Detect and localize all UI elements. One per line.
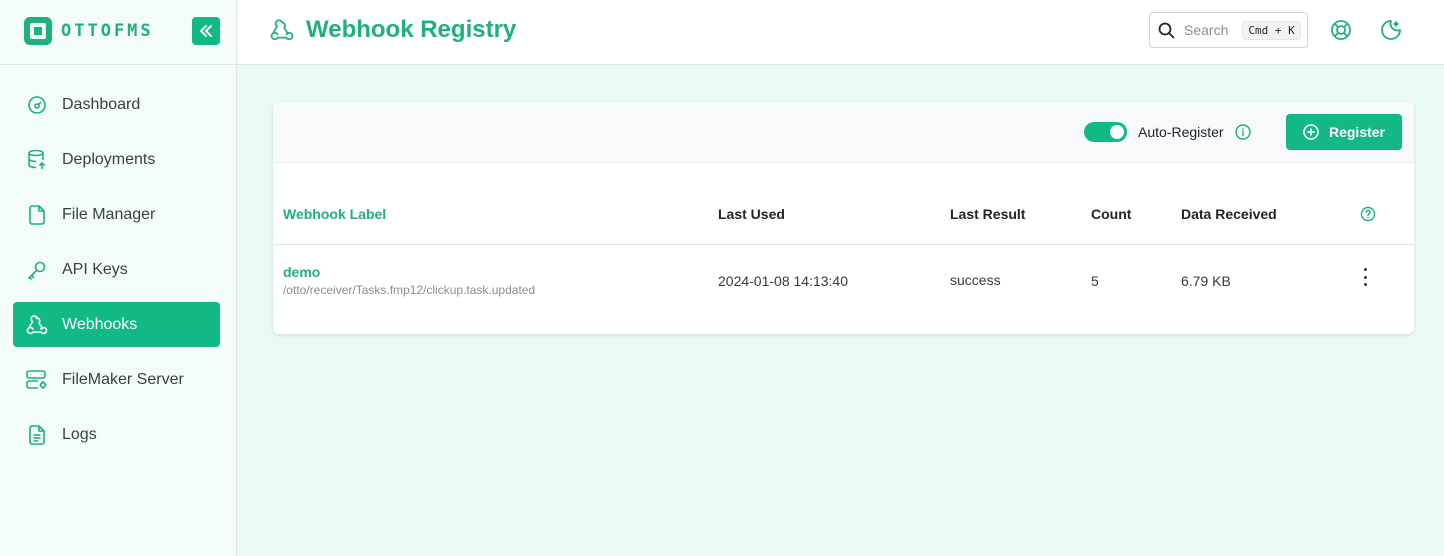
- column-header-last-result[interactable]: Last Result: [950, 206, 1025, 222]
- dashboard-gauge-icon: [26, 94, 48, 116]
- auto-register-label: Auto-Register: [1138, 124, 1224, 140]
- webhook-icon: [26, 314, 48, 336]
- sidebar-item-label: Dashboard: [62, 95, 141, 113]
- search-placeholder: Search: [1184, 22, 1229, 38]
- circle-plus-icon: [1303, 124, 1319, 140]
- last-used-cell: 2024-01-08 14:13:40: [718, 273, 848, 289]
- auto-register-toggle[interactable]: [1084, 122, 1127, 142]
- sidebar-item-dashboard[interactable]: Dashboard: [13, 82, 220, 127]
- search-input[interactable]: Search Cmd + K: [1149, 12, 1308, 48]
- question-circle-icon[interactable]: [1360, 206, 1376, 222]
- webhook-path: /otto/receiver/Tasks.fmp12/clickup.task.…: [283, 283, 536, 297]
- sidebar-item-label: Webhooks: [62, 315, 138, 333]
- key-icon: [26, 259, 48, 281]
- database-upload-icon: [26, 149, 48, 171]
- sidebar-item-label: API Keys: [62, 260, 128, 278]
- column-header-count[interactable]: Count: [1091, 206, 1131, 222]
- sidebar-item-label: File Manager: [62, 205, 156, 223]
- chevrons-left-icon: [200, 25, 212, 37]
- column-header-webhook-label[interactable]: Webhook Label: [283, 206, 386, 222]
- sidebar-item-deployments[interactable]: Deployments: [13, 137, 220, 182]
- sidebar-item-label: Deployments: [62, 150, 156, 168]
- logo[interactable]: OTTOFMS: [23, 16, 154, 46]
- last-result-cell: success: [950, 272, 1001, 288]
- sidebar-item-api-keys[interactable]: API Keys: [13, 247, 220, 292]
- page-title: Webhook Registry: [306, 16, 517, 43]
- sidebar: OTTOFMS Dashboard Deployments File Manag…: [0, 0, 237, 556]
- file-icon: [26, 204, 48, 226]
- server-cog-icon: [26, 369, 48, 391]
- sidebar-nav: Dashboard Deployments File Manager API K…: [13, 82, 220, 467]
- logo-row: OTTOFMS: [0, 0, 236, 65]
- register-label: Register: [1328, 124, 1386, 140]
- count-cell: 5: [1091, 273, 1099, 289]
- sidebar-item-label: FileMaker Server: [62, 370, 184, 388]
- card-toolbar: Auto-Register Register: [273, 102, 1414, 163]
- sidebar-item-logs[interactable]: Logs: [13, 412, 220, 457]
- table-header: [273, 163, 1414, 245]
- toggle-knob: [1110, 125, 1124, 139]
- sidebar-item-webhooks[interactable]: Webhooks: [13, 302, 220, 347]
- column-header-last-used[interactable]: Last Used: [718, 206, 785, 222]
- ottofms-logo-icon: [24, 17, 52, 45]
- webhook-registry-card: Auto-Register Register Webhook Label Las…: [273, 102, 1414, 334]
- sidebar-item-label: Logs: [62, 425, 97, 443]
- data-received-cell: 6.79 KB: [1181, 273, 1231, 289]
- help-lifebuoy-icon[interactable]: [1329, 18, 1353, 42]
- collapse-sidebar-button[interactable]: [192, 17, 220, 45]
- search-icon: [1158, 22, 1175, 38]
- sidebar-item-filemaker-server[interactable]: FileMaker Server: [13, 357, 220, 402]
- sidebar-item-file-manager[interactable]: File Manager: [13, 192, 220, 237]
- search-shortcut: Cmd + K: [1242, 20, 1301, 40]
- file-text-icon: [26, 424, 48, 446]
- register-button[interactable]: Register: [1286, 114, 1402, 150]
- theme-moon-icon[interactable]: [1379, 18, 1403, 42]
- webhook-label-link[interactable]: demo: [283, 264, 320, 280]
- top-header: Webhook Registry Search Cmd + K: [237, 0, 1444, 65]
- page-title-wrap: Webhook Registry: [270, 16, 516, 44]
- column-header-data-received[interactable]: Data Received: [1181, 206, 1277, 222]
- webhook-icon: [270, 19, 294, 41]
- row-actions-menu-icon[interactable]: [1358, 268, 1372, 286]
- brand-name: OTTOFMS: [61, 21, 154, 41]
- info-icon[interactable]: [1235, 124, 1251, 140]
